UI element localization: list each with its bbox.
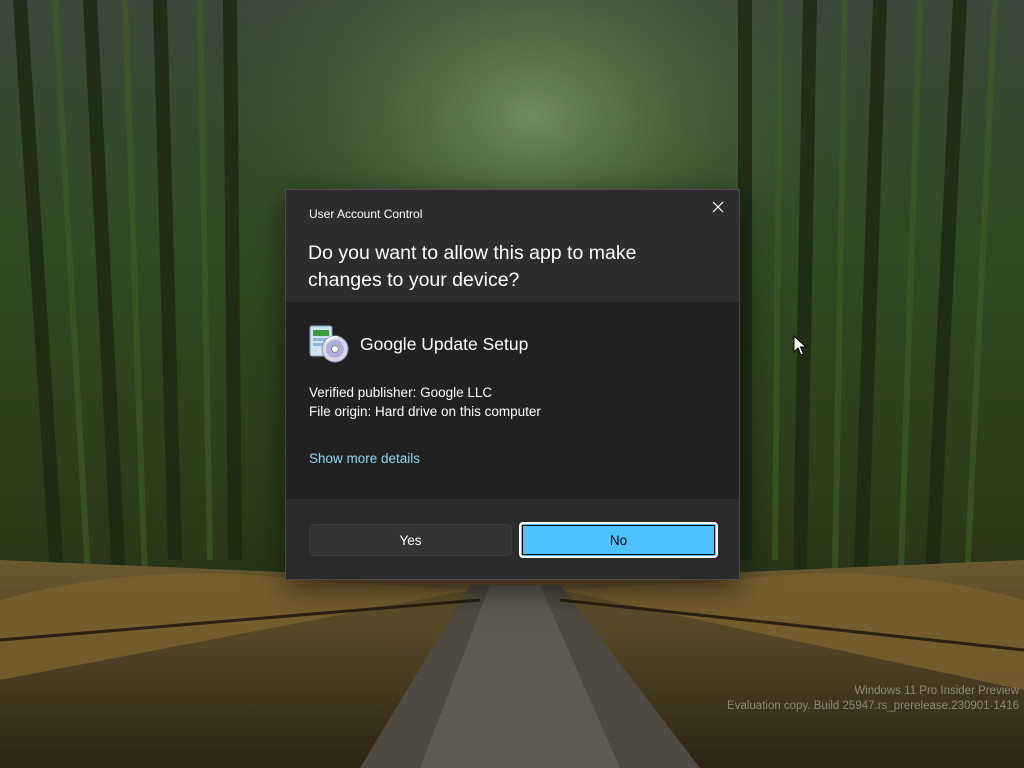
show-more-details-link[interactable]: Show more details — [309, 451, 420, 466]
uac-dialog: User Account Control Do you want to allo… — [285, 189, 740, 580]
verified-publisher: Verified publisher: Google LLC — [309, 385, 493, 400]
app-name: Google Update Setup — [360, 334, 529, 354]
close-icon — [712, 201, 724, 213]
dialog-body: Google Update Setup Verified publisher: … — [286, 302, 739, 499]
mouse-cursor-icon — [793, 335, 807, 356]
watermark-build: Evaluation copy. Build 25947.rs_prerelea… — [727, 700, 1019, 712]
file-origin: File origin: Hard drive on this computer — [309, 404, 541, 419]
dialog-header: User Account Control Do you want to allo… — [286, 190, 739, 302]
watermark-edition: Windows 11 Pro Insider Preview — [854, 685, 1019, 697]
no-button[interactable]: No — [519, 522, 718, 558]
dialog-footer: Yes No — [286, 499, 739, 579]
yes-button[interactable]: Yes — [309, 524, 512, 556]
uac-question: Do you want to allow this app to make ch… — [308, 242, 637, 291]
installer-disc-icon — [309, 325, 349, 363]
desktop: User Account Control Do you want to allo… — [0, 0, 1024, 768]
dialog-title: User Account Control — [309, 207, 423, 221]
close-button[interactable] — [703, 194, 733, 220]
build-watermark: Windows 11 Pro Insider Preview Evaluatio… — [727, 684, 1019, 714]
